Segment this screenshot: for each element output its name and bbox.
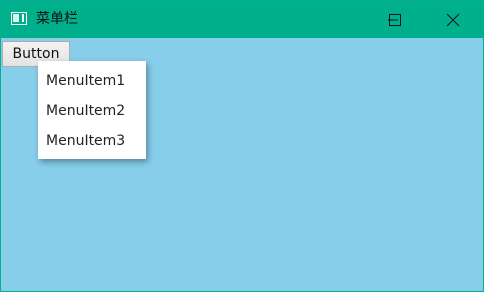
menu-item-2[interactable]: MenuItem2: [38, 96, 146, 126]
app-window: 菜单栏 Button MenuItem1 MenuItem2 MenuItem3: [0, 0, 484, 292]
context-menu: MenuItem1 MenuItem2 MenuItem3: [38, 61, 146, 159]
maximize-button[interactable]: [372, 1, 418, 38]
menu-item-1[interactable]: MenuItem1: [38, 66, 146, 96]
menu-item-3[interactable]: MenuItem3: [38, 126, 146, 156]
maximize-icon: [389, 13, 401, 26]
close-icon: [446, 13, 460, 26]
app-icon: [11, 12, 27, 25]
window-title: 菜单栏: [36, 11, 78, 27]
close-button[interactable]: [430, 1, 476, 38]
